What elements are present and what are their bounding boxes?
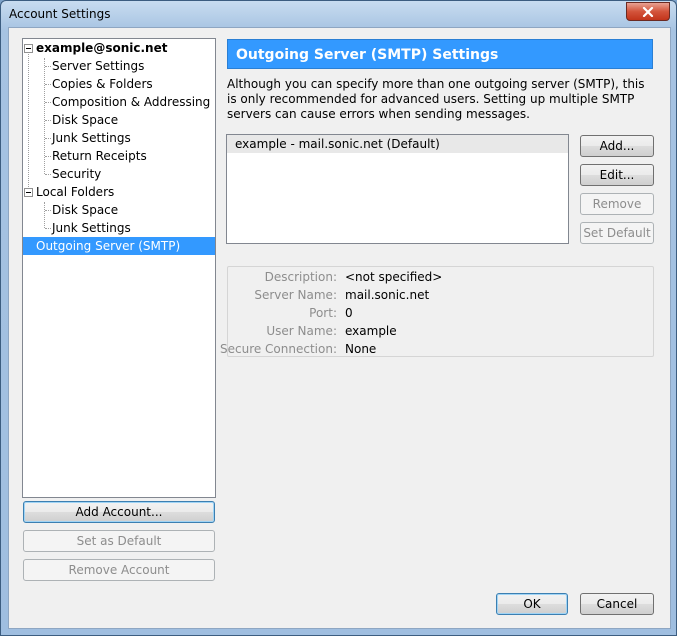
dialog-content: example@sonic.net Server Settings Copies… xyxy=(8,27,671,629)
tree-line xyxy=(45,66,51,67)
detail-secure-connection: Secure Connection: None xyxy=(220,340,653,358)
set-as-default-button[interactable]: Set as Default xyxy=(23,530,215,552)
close-icon xyxy=(642,6,654,17)
detail-label: Description: xyxy=(264,270,337,284)
tree-line xyxy=(45,84,51,85)
remove-account-label: Remove Account xyxy=(68,563,170,577)
tree-item-label: Junk Settings xyxy=(52,221,131,235)
tree-item-label: Return Receipts xyxy=(52,149,147,163)
tree-item-label: Security xyxy=(52,167,102,181)
tree-item-outgoing-server[interactable]: Outgoing Server (SMTP) xyxy=(23,237,215,255)
detail-label: Secure Connection: xyxy=(219,342,337,356)
tree-line xyxy=(45,138,51,139)
collapse-icon[interactable] xyxy=(24,188,33,197)
smtp-description: Although you can specify more than one o… xyxy=(227,77,645,121)
detail-value: example xyxy=(345,324,397,338)
account-tree[interactable]: example@sonic.net Server Settings Copies… xyxy=(22,38,216,498)
tree-item-junk-settings[interactable]: Junk Settings xyxy=(23,129,215,147)
detail-user-name: User Name: example xyxy=(228,322,653,340)
account-name: example@sonic.net xyxy=(36,41,168,55)
tree-item-disk-space[interactable]: Disk Space xyxy=(23,111,215,129)
ok-button[interactable]: OK xyxy=(496,593,568,615)
add-account-button[interactable]: Add Account... xyxy=(23,501,215,523)
tree-item-label: Outgoing Server (SMTP) xyxy=(36,239,181,253)
set-default-server-label: Set Default xyxy=(583,226,651,240)
page-title: Outgoing Server (SMTP) Settings xyxy=(227,39,653,69)
tree-item-security[interactable]: Security xyxy=(23,165,215,183)
tree-item-label: Composition & Addressing xyxy=(52,95,211,109)
collapse-icon[interactable] xyxy=(24,44,33,53)
detail-label: User Name: xyxy=(266,324,337,338)
tree-item-local-folders[interactable]: Local Folders xyxy=(23,183,215,201)
detail-server-name: Server Name: mail.sonic.net xyxy=(228,286,653,304)
tree-line xyxy=(45,210,51,211)
tree-line xyxy=(45,102,51,103)
cancel-label: Cancel xyxy=(596,597,638,611)
smtp-server-list[interactable]: example - mail.sonic.net (Default) xyxy=(226,134,569,244)
window-title: Account Settings xyxy=(9,7,111,21)
tree-item-label: Disk Space xyxy=(52,113,119,127)
detail-port: Port: 0 xyxy=(228,304,653,322)
ok-label: OK xyxy=(523,597,541,611)
detail-value: <not specified> xyxy=(345,270,443,284)
tree-line xyxy=(45,156,51,157)
cancel-button[interactable]: Cancel xyxy=(580,593,654,615)
set-default-server-button[interactable]: Set Default xyxy=(580,222,654,244)
server-details: Description: <not specified> Server Name… xyxy=(220,266,654,358)
tree-item-label: Copies & Folders xyxy=(52,77,153,91)
tree-item-copies-folders[interactable]: Copies & Folders xyxy=(23,75,215,93)
title-bar[interactable]: Account Settings xyxy=(1,1,676,27)
detail-description: Description: <not specified> xyxy=(228,268,653,286)
tree-item-label: Junk Settings xyxy=(52,131,131,145)
detail-value: 0 xyxy=(345,306,353,320)
detail-value: mail.sonic.net xyxy=(345,288,430,302)
edit-server-label: Edit... xyxy=(599,168,635,182)
tree-line xyxy=(45,120,51,121)
detail-label: Port: xyxy=(309,306,337,320)
tree-item-label: Disk Space xyxy=(52,203,119,217)
tree-item-return-receipts[interactable]: Return Receipts xyxy=(23,147,215,165)
tree-item-local-disk-space[interactable]: Disk Space xyxy=(23,201,215,219)
add-account-label: Add Account... xyxy=(75,505,163,519)
list-item[interactable]: example - mail.sonic.net (Default) xyxy=(227,135,568,153)
tree-item-local-junk-settings[interactable]: Junk Settings xyxy=(23,219,215,237)
edit-server-button[interactable]: Edit... xyxy=(580,164,654,186)
remove-server-label: Remove xyxy=(592,197,642,211)
remove-server-button[interactable]: Remove xyxy=(580,193,654,215)
account-settings-window: Account Settings example@sonic.net Serve… xyxy=(0,0,677,636)
tree-line xyxy=(45,174,51,175)
tree-item-composition[interactable]: Composition & Addressing xyxy=(23,93,215,111)
add-server-label: Add... xyxy=(599,139,635,153)
tree-item-server-settings[interactable]: Server Settings xyxy=(23,57,215,75)
set-as-default-label: Set as Default xyxy=(76,534,162,548)
remove-account-button[interactable]: Remove Account xyxy=(23,559,215,581)
tree-item-label: Server Settings xyxy=(52,59,145,73)
tree-line xyxy=(45,228,51,229)
add-server-button[interactable]: Add... xyxy=(580,135,654,157)
detail-label: Server Name: xyxy=(254,288,337,302)
tree-item-account[interactable]: example@sonic.net xyxy=(23,39,215,57)
detail-value: None xyxy=(345,342,377,356)
close-button[interactable] xyxy=(626,2,670,21)
tree-item-label: Local Folders xyxy=(36,185,115,199)
